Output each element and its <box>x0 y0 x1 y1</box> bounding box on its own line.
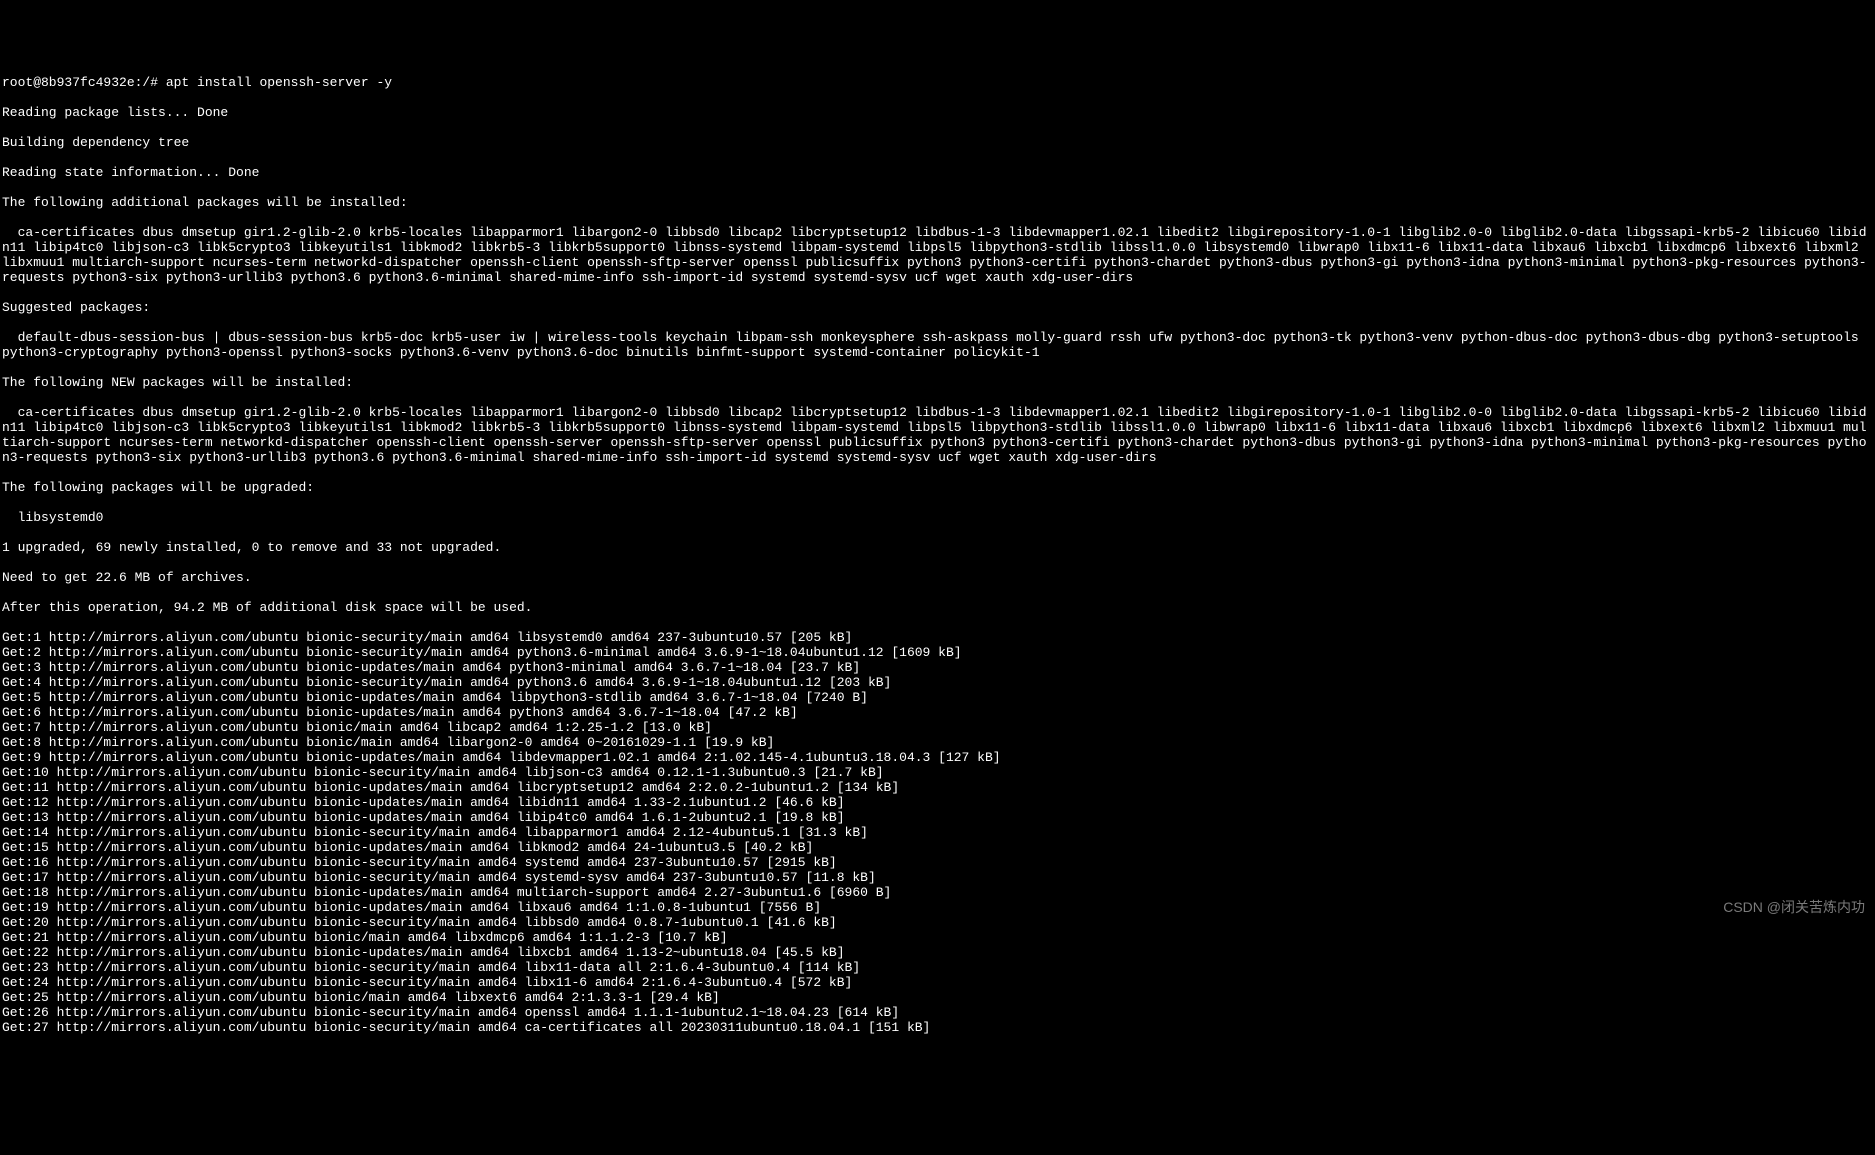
suggested-packages: default-dbus-session-bus | dbus-session-… <box>2 330 1873 360</box>
upgrade-header: The following packages will be upgraded: <box>2 480 1873 495</box>
download-line: Get:12 http://mirrors.aliyun.com/ubuntu … <box>2 795 1873 810</box>
download-line: Get:1 http://mirrors.aliyun.com/ubuntu b… <box>2 630 1873 645</box>
download-line: Get:16 http://mirrors.aliyun.com/ubuntu … <box>2 855 1873 870</box>
upgrade-packages: libsystemd0 <box>2 510 1873 525</box>
output-line: Building dependency tree <box>2 135 1873 150</box>
download-line: Get:5 http://mirrors.aliyun.com/ubuntu b… <box>2 690 1873 705</box>
download-line: Get:8 http://mirrors.aliyun.com/ubuntu b… <box>2 735 1873 750</box>
suggested-header: Suggested packages: <box>2 300 1873 315</box>
summary-line: 1 upgraded, 69 newly installed, 0 to rem… <box>2 540 1873 555</box>
download-line: Get:11 http://mirrors.aliyun.com/ubuntu … <box>2 780 1873 795</box>
download-line: Get:24 http://mirrors.aliyun.com/ubuntu … <box>2 975 1873 990</box>
download-line: Get:9 http://mirrors.aliyun.com/ubuntu b… <box>2 750 1873 765</box>
download-line: Get:27 http://mirrors.aliyun.com/ubuntu … <box>2 1020 1873 1035</box>
watermark: CSDN @闭关苦炼内功 <box>1723 900 1865 915</box>
download-line: Get:26 http://mirrors.aliyun.com/ubuntu … <box>2 1005 1873 1020</box>
additional-packages: ca-certificates dbus dmsetup gir1.2-glib… <box>2 225 1873 285</box>
summary-line: Need to get 22.6 MB of archives. <box>2 570 1873 585</box>
download-line: Get:25 http://mirrors.aliyun.com/ubuntu … <box>2 990 1873 1005</box>
terminal-output[interactable]: root@8b937fc4932e:/# apt install openssh… <box>0 60 1875 1050</box>
download-line: Get:2 http://mirrors.aliyun.com/ubuntu b… <box>2 645 1873 660</box>
download-line: Get:3 http://mirrors.aliyun.com/ubuntu b… <box>2 660 1873 675</box>
download-line: Get:6 http://mirrors.aliyun.com/ubuntu b… <box>2 705 1873 720</box>
download-line: Get:13 http://mirrors.aliyun.com/ubuntu … <box>2 810 1873 825</box>
download-line: Get:15 http://mirrors.aliyun.com/ubuntu … <box>2 840 1873 855</box>
download-line: Get:4 http://mirrors.aliyun.com/ubuntu b… <box>2 675 1873 690</box>
download-line: Get:17 http://mirrors.aliyun.com/ubuntu … <box>2 870 1873 885</box>
new-header: The following NEW packages will be insta… <box>2 375 1873 390</box>
download-line: Get:7 http://mirrors.aliyun.com/ubuntu b… <box>2 720 1873 735</box>
download-line: Get:21 http://mirrors.aliyun.com/ubuntu … <box>2 930 1873 945</box>
prompt-line: root@8b937fc4932e:/# apt install openssh… <box>2 75 1873 90</box>
download-line: Get:10 http://mirrors.aliyun.com/ubuntu … <box>2 765 1873 780</box>
download-line: Get:23 http://mirrors.aliyun.com/ubuntu … <box>2 960 1873 975</box>
output-line: Reading state information... Done <box>2 165 1873 180</box>
download-line: Get:18 http://mirrors.aliyun.com/ubuntu … <box>2 885 1873 900</box>
download-line: Get:22 http://mirrors.aliyun.com/ubuntu … <box>2 945 1873 960</box>
new-packages: ca-certificates dbus dmsetup gir1.2-glib… <box>2 405 1873 465</box>
download-line: Get:14 http://mirrors.aliyun.com/ubuntu … <box>2 825 1873 840</box>
output-line: Reading package lists... Done <box>2 105 1873 120</box>
output-line: The following additional packages will b… <box>2 195 1873 210</box>
summary-line: After this operation, 94.2 MB of additio… <box>2 600 1873 615</box>
download-line: Get:19 http://mirrors.aliyun.com/ubuntu … <box>2 900 1873 915</box>
